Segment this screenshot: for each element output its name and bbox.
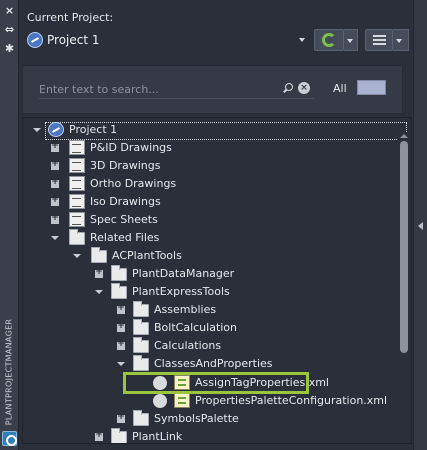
folder-icon: [133, 337, 149, 353]
search-input[interactable]: [39, 80, 314, 99]
document-icon: [69, 176, 85, 191]
current-project-label: Current Project:: [27, 11, 114, 24]
scroll-up-icon[interactable]: [400, 134, 408, 138]
tree-node-label: ClassesAndProperties: [154, 357, 273, 370]
document-icon: [69, 194, 85, 209]
tree-node-boltcalculation[interactable]: BoltCalculation: [115, 319, 395, 337]
auto-hide-icon[interactable]: ⇔: [3, 23, 16, 36]
tree-node-label: PlantExpressTools: [132, 285, 230, 298]
options-dropdown-button[interactable]: [393, 29, 409, 51]
tree-node-label: Ortho Drawings: [90, 177, 177, 190]
expand-toggle[interactable]: [51, 159, 59, 170]
folder-icon: [133, 410, 149, 426]
tree-node-label: 3D Drawings: [90, 159, 161, 172]
tree-node-label: P&ID Drawings: [90, 141, 172, 154]
project-select-value: Project 1: [47, 33, 100, 47]
clear-search-icon[interactable]: ×: [298, 82, 310, 94]
search-icon[interactable]: [283, 83, 293, 93]
tree-node-plantexpresstools[interactable]: PlantExpressTools: [93, 283, 393, 301]
expand-toggle[interactable]: [95, 430, 103, 441]
app-icon[interactable]: [2, 431, 17, 446]
menu-icon: [373, 35, 386, 37]
expand-toggle[interactable]: [51, 195, 59, 206]
filter-label: All: [333, 82, 347, 95]
tree-node-project[interactable]: Project 1: [31, 121, 381, 139]
project-icon: [27, 32, 43, 48]
tree-node-label: PlantLink: [132, 430, 183, 443]
expand-toggle[interactable]: [51, 141, 59, 152]
scrollbar-thumb[interactable]: [400, 141, 408, 353]
tree-node-plantlink[interactable]: PlantLink: [93, 428, 393, 443]
collapse-arrow-icon[interactable]: [418, 222, 423, 230]
expand-toggle[interactable]: [95, 290, 103, 294]
tree-node-label: Assemblies: [154, 303, 217, 316]
tree-node-pid[interactable]: P&ID Drawings: [49, 139, 389, 157]
folder-icon: [111, 265, 127, 281]
folder-icon: [133, 319, 149, 335]
expand-toggle[interactable]: [117, 321, 125, 332]
folder-icon: [69, 229, 85, 245]
tree-node-symbolspalette[interactable]: SymbolsPalette: [115, 410, 395, 428]
project-select[interactable]: Project 1: [22, 29, 310, 51]
tree-node-label: Iso Drawings: [90, 195, 161, 208]
expand-toggle[interactable]: [117, 339, 125, 350]
tree-node-label: PlantDataManager: [132, 267, 235, 280]
tree-node-ortho[interactable]: Ortho Drawings: [49, 175, 389, 193]
project-tree: Project 1 P&ID Drawings 3D Drawings Orth…: [22, 117, 412, 444]
refresh-icon: [322, 33, 336, 47]
tree-node-3d[interactable]: 3D Drawings: [49, 157, 389, 175]
tree-node-label: ACPlantTools: [112, 249, 182, 262]
xml-file-icon: [174, 393, 190, 408]
tree-node-classesandproperties[interactable]: ClassesAndProperties: [115, 355, 395, 373]
document-icon: [69, 158, 85, 173]
expand-toggle[interactable]: [51, 236, 59, 240]
refresh-dropdown-button[interactable]: [344, 29, 358, 51]
folder-icon: [133, 355, 149, 371]
tree-node-related-files[interactable]: Related Files: [49, 229, 389, 247]
tree-node-label: Related Files: [90, 231, 160, 244]
folder-icon: [91, 247, 107, 263]
expand-toggle[interactable]: [117, 362, 125, 366]
expand-toggle[interactable]: [33, 128, 41, 132]
folder-icon: [111, 283, 127, 299]
palette-title: PLANTPROJECTMANAGER: [4, 318, 14, 426]
tree-node-label: Spec Sheets: [90, 213, 158, 226]
filter-toggle[interactable]: [357, 80, 386, 95]
tree-node-label: SymbolsPalette: [154, 412, 239, 425]
expand-toggle[interactable]: [117, 412, 125, 423]
folder-icon: [133, 301, 149, 317]
tree-node-propertiespaletteconfiguration[interactable]: PropertiesPaletteConfiguration.xml: [153, 392, 398, 410]
tree-node-iso[interactable]: Iso Drawings: [49, 193, 389, 211]
properties-icon[interactable]: ✱: [3, 42, 16, 55]
highlight-box: [123, 372, 309, 394]
options-menu-button[interactable]: [365, 29, 393, 51]
expand-toggle[interactable]: [73, 254, 81, 258]
tree-node-acplanttools[interactable]: ACPlantTools: [71, 247, 391, 265]
globe-icon: [48, 122, 64, 137]
refresh-button[interactable]: [314, 29, 344, 51]
document-icon: [69, 212, 85, 227]
side-strip: × ⇔ ✱ PLANTPROJECTMANAGER: [0, 0, 19, 450]
tree-node-spec[interactable]: Spec Sheets: [49, 211, 389, 229]
folder-icon: [111, 428, 127, 443]
tree-node-plantdatamanager[interactable]: PlantDataManager: [93, 265, 393, 283]
document-icon: [69, 140, 85, 155]
expand-toggle[interactable]: [117, 303, 125, 314]
tree-node-label: BoltCalculation: [154, 321, 238, 334]
expand-toggle[interactable]: [51, 213, 59, 224]
expand-toggle[interactable]: [51, 177, 59, 188]
tree-node-label: Calculations: [154, 339, 222, 352]
chevron-down-icon: [299, 38, 305, 42]
tree-node-label: Project 1: [69, 123, 118, 136]
vertical-scrollbar[interactable]: [398, 133, 410, 443]
tree-node-label: PropertiesPaletteConfiguration.xml: [195, 394, 388, 407]
expand-toggle[interactable]: [95, 267, 103, 278]
status-circle-icon: [153, 394, 167, 408]
tree-node-assemblies[interactable]: Assemblies: [115, 301, 395, 319]
right-edge: [413, 0, 427, 450]
tree-node-calculations[interactable]: Calculations: [115, 337, 395, 355]
close-icon[interactable]: ×: [3, 4, 16, 17]
